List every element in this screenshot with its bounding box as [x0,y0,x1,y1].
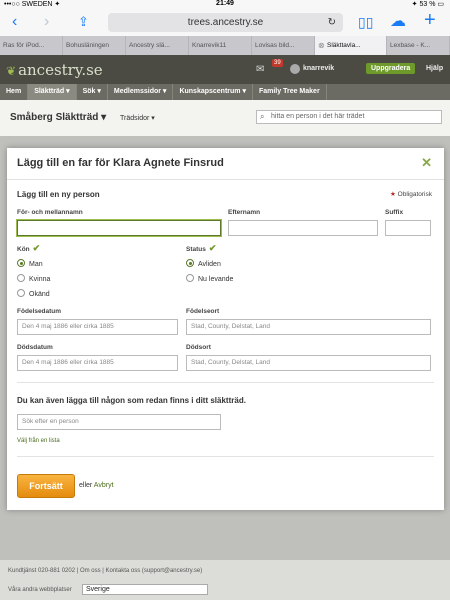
footer-other-sites-label: Våra andra webbplatser [8,587,72,593]
browser-tab[interactable]: Bohusläningen [63,36,126,55]
radio-button[interactable] [17,274,25,282]
battery-indicator: ✦ 53 % ▭ [411,1,444,8]
cancel-link[interactable]: Avbryt [94,482,114,489]
section-existing-title: Du kan även lägga till någon som redan f… [17,396,246,405]
browser-tab[interactable]: Lexbase - K... [387,36,450,55]
browser-tab-active[interactable]: ⊗ Släkttavla... [315,36,387,55]
death-date-field[interactable]: Den 4 maj 1886 eller cirka 1885 [17,355,178,371]
tree-search-input[interactable]: ⌕ hitta en person i det här trädet [256,110,442,124]
notification-badge[interactable]: 39 [272,59,283,67]
mail-icon[interactable]: ✉ [256,64,264,75]
bookmarks-icon[interactable]: ▯▯ [358,12,373,32]
ancestry-logo[interactable]: ❦ ancestry.se [6,61,103,79]
icloud-tabs-icon[interactable]: ☁ [390,12,406,32]
tree-subheader: Småberg Släktträd ▾ Trädsidor ▾ ⌕ hitta … [0,100,450,136]
main-nav: Hem Släktträd ▾ Sök ▾ Medlemssidor ▾ Kun… [0,84,450,100]
gender-option-male[interactable]: Man [17,259,43,268]
gender-label: Kön ✔ [17,243,41,253]
section-new-person-title: Lägg till en ny person [17,190,100,199]
browser-tab[interactable]: Lovisas bild... [252,36,315,55]
birth-place-label: Födelseort [186,308,220,315]
choose-from-list-link[interactable]: Välj från en lista [17,438,60,444]
suffix-label: Suffix [385,209,404,216]
browser-tab-label: Släkttavla... [327,42,361,49]
first-name-field[interactable] [17,220,221,236]
site-footer: Kundtjänst 020-881 0202 | Om oss | Konta… [0,560,450,600]
required-legend: ★ Obligatorisk [390,191,432,198]
section-divider [17,382,434,383]
close-tab-icon[interactable]: ⊗ [318,36,325,55]
cancel-group: eller Avbryt [79,482,114,489]
footer-contact: Kundtjänst 020-881 0202 | Om oss | Konta… [8,568,203,574]
share-icon[interactable]: ⇪ [78,12,89,32]
status-label: Status ✔ [186,243,217,253]
add-father-dialog: Lägg till en far för Klara Agnete Finsru… [7,148,444,510]
browser-tabs: Ras för iPod... Bohusläningen Ancestry s… [0,36,450,55]
avatar[interactable] [290,64,300,74]
or-text: eller [79,482,93,489]
radio-button[interactable] [186,274,194,282]
nav-trees[interactable]: Släktträd ▾ [28,84,77,100]
existing-person-search[interactable]: Sök efter en person [17,414,221,430]
nav-member-pages[interactable]: Medlemssidor ▾ [108,84,174,100]
dialog-header: Lägg till en far för Klara Agnete Finsru… [7,148,444,180]
nav-learning-center[interactable]: Kunskapscentrum ▾ [173,84,253,100]
required-star-icon: ★ [390,191,396,198]
dialog-title: Lägg till en far för Klara Agnete Finsru… [17,157,224,169]
back-icon[interactable]: ‹ [12,12,17,32]
last-name-label: Efternamn [228,209,261,216]
status-bar: •••○○ SWEDEN ✦ 21:49 ✦ 53 % ▭ [0,0,450,9]
death-place-label: Dödsort [186,344,211,351]
birth-date-label: Födelsedatum [17,308,62,315]
first-name-label: För- och mellannamn [17,209,83,216]
birth-date-field[interactable]: Den 4 maj 1886 eller cirka 1885 [17,319,178,335]
search-icon: ⌕ [260,112,265,121]
continue-button[interactable]: Fortsätt [17,474,75,498]
gender-option-female[interactable]: Kvinna [17,274,50,283]
death-place-field[interactable]: Stad, County, Delstat, Land [186,355,431,371]
status-option-deceased[interactable]: Avliden [186,259,221,268]
upgrade-button[interactable]: Uppgradera [366,63,416,74]
browser-toolbar: ‹ › ⇪ trees.ancestry.se ↻ ▯▯ ☁ + [0,9,450,36]
url-text: trees.ancestry.se [187,17,264,28]
address-bar[interactable]: trees.ancestry.se ↻ [108,13,343,32]
browser-tab[interactable]: Ras för iPod... [0,36,63,55]
check-icon: ✔ [32,243,41,253]
close-icon[interactable]: ✕ [421,155,432,171]
browser-tab[interactable]: Knarrevik11 [189,36,252,55]
radio-button[interactable] [186,259,194,267]
clock: 21:49 [216,0,234,7]
tree-title[interactable]: Småberg Släktträd ▾ [10,112,106,123]
death-date-label: Dödsdatum [17,344,53,351]
nav-home[interactable]: Hem [0,84,29,100]
last-name-field[interactable] [228,220,378,236]
radio-button[interactable] [17,289,25,297]
leaf-icon: ❦ [6,64,17,78]
radio-button[interactable] [17,259,25,267]
gender-option-unknown[interactable]: Okänd [17,289,50,298]
birth-place-field[interactable]: Stad, County, Delstat, Land [186,319,431,335]
suffix-field[interactable] [385,220,431,236]
nav-family-tree-maker[interactable]: Family Tree Maker [253,84,327,100]
check-icon: ✔ [208,243,217,253]
reload-icon[interactable]: ↻ [328,13,336,32]
section-divider [17,456,434,457]
browser-tab[interactable]: Ancestry slä... [126,36,189,55]
forward-icon[interactable]: › [44,12,49,32]
country-select[interactable]: Sverige [82,584,208,595]
site-header: ❦ ancestry.se ✉ 39 knarrevik Uppgradera H… [0,55,450,84]
nav-search[interactable]: Sök ▾ [77,84,108,100]
help-link[interactable]: Hjälp [426,65,443,72]
tree-pages-menu[interactable]: Trädsidor ▾ [120,114,155,122]
new-tab-icon[interactable]: + [424,10,436,30]
username-menu[interactable]: knarrevik [303,65,334,72]
status-option-living[interactable]: Nu levande [186,274,233,283]
